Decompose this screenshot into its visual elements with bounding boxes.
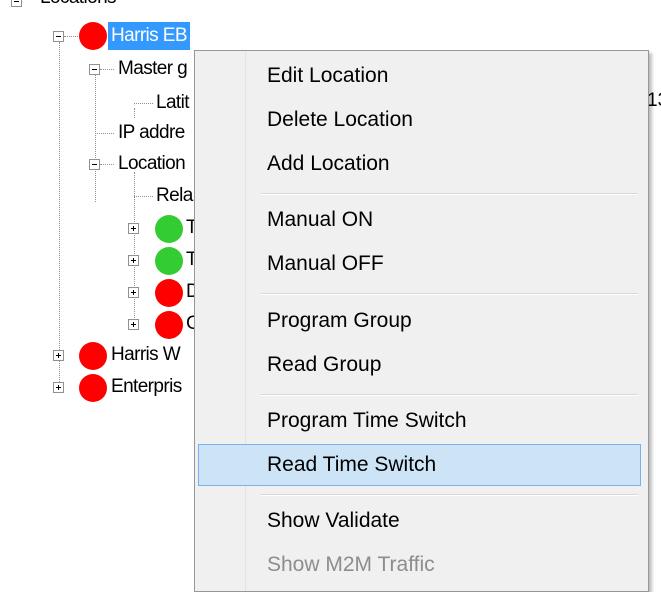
child-3-expander[interactable]: [128, 287, 139, 298]
menu-separator: [261, 394, 638, 396]
child-4-expander[interactable]: [128, 319, 139, 330]
status-red-icon: [155, 311, 183, 339]
menu-separator: [261, 494, 638, 496]
menu-item-program-group[interactable]: Program Group: [198, 300, 641, 342]
menu-item-edit-location[interactable]: Edit Location: [198, 55, 641, 97]
tree-node-latitude[interactable]: Latit: [156, 89, 190, 117]
menu-item-read-time-switch[interactable]: Read Time Switch: [198, 444, 641, 486]
status-green-icon: [155, 247, 183, 275]
tree-node-enterprise[interactable]: Enterpris: [111, 373, 182, 401]
child-1-expander[interactable]: [128, 223, 139, 234]
enterprise-expander[interactable]: [53, 382, 64, 393]
menu-item-show-m2m-traffic[interactable]: Show M2M Traffic: [198, 544, 641, 586]
tree-node-ip-address[interactable]: IP addre: [118, 119, 185, 147]
status-red-icon: [79, 22, 107, 50]
menu-separator: [261, 193, 638, 195]
tree-node-master-group[interactable]: Master g: [118, 55, 188, 83]
menu-item-show-validate[interactable]: Show Validate: [198, 500, 641, 542]
harris-w-expander[interactable]: [53, 350, 64, 361]
tree-node-relays[interactable]: Rela: [156, 182, 193, 210]
menu-separator: [261, 293, 638, 295]
tree-node-locations[interactable]: Location: [118, 150, 186, 178]
status-red-icon: [79, 342, 107, 370]
latitude-value-fragment: 13: [647, 90, 661, 111]
menu-item-manual-off[interactable]: Manual OFF: [198, 243, 641, 285]
menu-item-read-group[interactable]: Read Group: [198, 344, 641, 386]
tree-node-harris-w[interactable]: Harris W: [111, 341, 181, 369]
master-group-expander[interactable]: [89, 64, 100, 75]
tree-node-harris-eb[interactable]: Harris EB: [108, 22, 190, 50]
root-expander[interactable]: [11, 0, 22, 7]
menu-item-manual-on[interactable]: Manual ON: [198, 199, 641, 241]
child-2-expander[interactable]: [128, 255, 139, 266]
context-menu: Edit Location Delete Location Add Locati…: [194, 50, 649, 592]
menu-item-delete-location[interactable]: Delete Location: [198, 99, 641, 141]
status-green-icon: [155, 215, 183, 243]
harris-eb-expander[interactable]: [53, 31, 64, 42]
status-red-icon: [79, 374, 107, 402]
locations-expander[interactable]: [89, 159, 100, 170]
tree-root-label[interactable]: Locations: [40, 0, 117, 12]
menu-item-add-location[interactable]: Add Location: [198, 143, 641, 185]
menu-item-program-time-switch[interactable]: Program Time Switch: [198, 400, 641, 442]
status-red-icon: [155, 279, 183, 307]
